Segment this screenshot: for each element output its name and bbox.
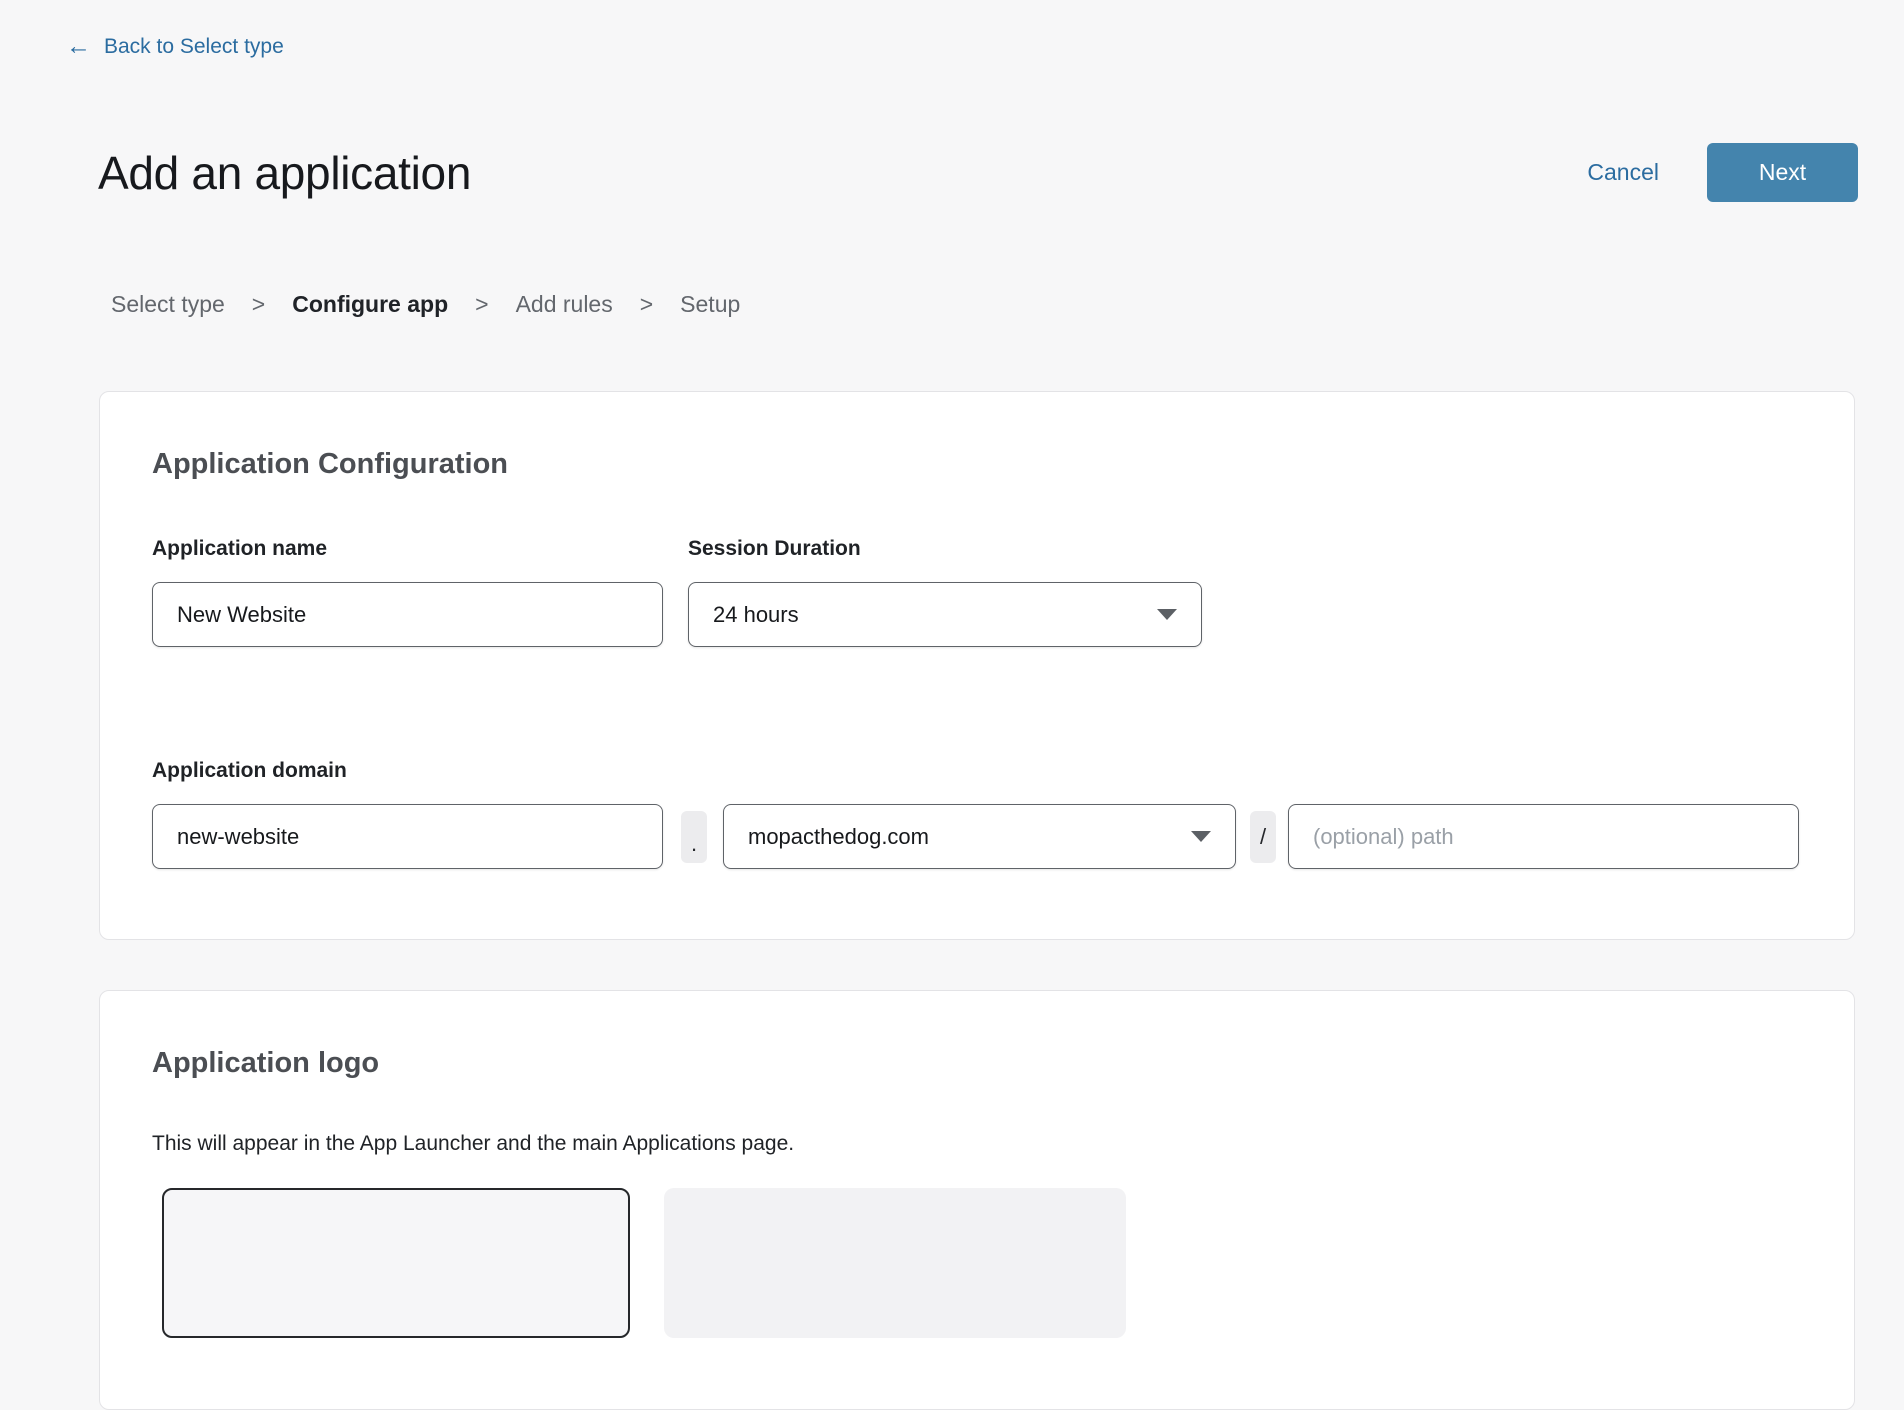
application-name-field-group: Application name <box>152 537 663 647</box>
breadcrumb-step-add-rules: Add rules <box>516 291 613 318</box>
subdomain-input[interactable] <box>152 804 663 869</box>
application-domain-label: Application domain <box>152 759 347 782</box>
back-link-label: Back to Select type <box>104 35 284 59</box>
path-input[interactable] <box>1288 804 1799 869</box>
chevron-down-icon <box>1191 831 1211 842</box>
logo-card-description: This will appear in the App Launcher and… <box>152 1132 1802 1156</box>
slash-separator: / <box>1250 811 1276 863</box>
domain-select-value: mopacthedog.com <box>748 824 929 850</box>
cancel-button[interactable]: Cancel <box>1587 159 1659 186</box>
breadcrumb-step-setup: Setup <box>680 291 740 318</box>
session-duration-select[interactable]: 24 hours <box>688 582 1202 647</box>
name-duration-row: Application name Session Duration 24 hou… <box>152 537 1802 647</box>
page-header: Add an application Cancel Next <box>98 143 1858 202</box>
breadcrumb-separator: > <box>252 291 265 318</box>
session-duration-label: Session Duration <box>688 537 1202 561</box>
logo-option-plain[interactable] <box>664 1188 1126 1338</box>
chevron-down-icon <box>1157 609 1177 620</box>
breadcrumb-separator: > <box>640 291 653 318</box>
dot-separator: . <box>681 811 707 863</box>
logo-options-row <box>162 1188 1802 1338</box>
session-duration-value: 24 hours <box>713 602 799 628</box>
application-domain-row: . mopacthedog.com / <box>152 804 1802 869</box>
back-link[interactable]: ← Back to Select type <box>66 34 284 59</box>
breadcrumb-step-select-type: Select type <box>111 291 225 318</box>
logo-card-heading: Application logo <box>152 1047 1802 1080</box>
domain-select[interactable]: mopacthedog.com <box>723 804 1236 869</box>
application-configuration-card: Application Configuration Application na… <box>99 391 1855 940</box>
application-name-input[interactable] <box>152 582 663 647</box>
back-arrow-icon: ← <box>66 34 91 59</box>
session-duration-field-group: Session Duration 24 hours <box>688 537 1202 647</box>
next-button[interactable]: Next <box>1707 143 1858 202</box>
configuration-card-heading: Application Configuration <box>152 448 1802 481</box>
application-domain-section: Application domain . mopacthedog.com / <box>152 759 1802 869</box>
breadcrumb-step-configure-app: Configure app <box>292 291 448 318</box>
logo-option-selected[interactable] <box>162 1188 630 1338</box>
header-actions: Cancel Next <box>1587 143 1858 202</box>
page-title: Add an application <box>98 146 471 200</box>
breadcrumb: Select type > Configure app > Add rules … <box>111 291 740 318</box>
application-logo-card: Application logo This will appear in the… <box>99 990 1855 1410</box>
breadcrumb-separator: > <box>475 291 488 318</box>
application-name-label: Application name <box>152 537 663 561</box>
